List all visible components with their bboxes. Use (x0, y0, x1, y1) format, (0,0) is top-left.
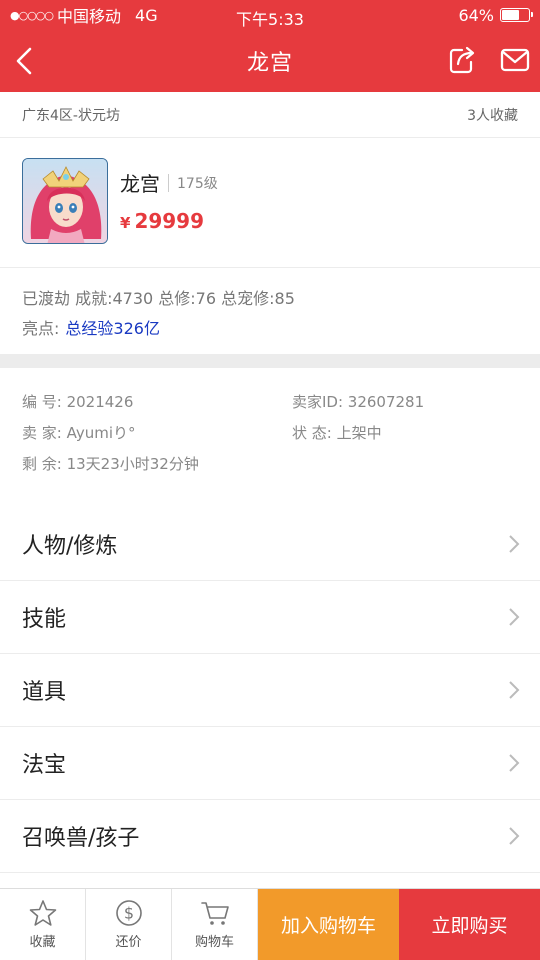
price: ¥29999 (120, 209, 218, 233)
character-meta: 已渡劫 成就:4730 总修:76 总宠修:85 亮点: 总经验326亿 (0, 268, 540, 354)
listing-id: 编 号: 2021426 (22, 393, 134, 411)
cart-label: 购物车 (194, 935, 234, 950)
add-to-cart-button[interactable]: 加入购物车 (258, 889, 399, 960)
chevron-right-icon (509, 535, 520, 553)
server-name: 广东4区-状元坊 (22, 107, 120, 124)
server-row: 广东4区-状元坊 3人收藏 (0, 92, 540, 138)
chevron-right-icon (509, 754, 520, 772)
character-level: 175级 (177, 175, 218, 192)
menu-item-label: 道具 (22, 680, 67, 705)
price-value: 29999 (134, 209, 205, 233)
highlight-value: 总经验326亿 (65, 319, 160, 338)
menu-item-label: 技能 (22, 607, 67, 632)
character-name: 龙宫 (120, 172, 160, 196)
dollar-icon: $ (115, 900, 142, 926)
cart-button[interactable]: 购物车 (172, 889, 258, 960)
status-time: 下午5:33 (236, 10, 304, 29)
stats-line: 已渡劫 成就:4730 总修:76 总宠修:85 (22, 289, 295, 308)
character-portrait-image (23, 159, 107, 243)
section-divider (0, 354, 540, 368)
menu-item-treasures[interactable]: 法宝 (0, 727, 540, 800)
remaining-time: 剩 余: 13天23小时32分钟 (22, 455, 199, 473)
seller-name: 卖 家: Ayumiり° (22, 424, 136, 442)
star-icon (29, 900, 56, 926)
menu-item-skills[interactable]: 技能 (0, 581, 540, 654)
battery-icon (500, 8, 533, 22)
nav-bar: 龙宫 (0, 30, 540, 92)
mail-icon[interactable] (500, 47, 530, 73)
currency-symbol: ¥ (120, 214, 131, 232)
detail-menu: 人物/修炼 技能 道具 法宝 召唤兽/孩子 (0, 508, 540, 873)
chevron-right-icon (509, 681, 520, 699)
menu-item-pets[interactable]: 召唤兽/孩子 (0, 800, 540, 873)
buy-now-button[interactable]: 立即购买 (399, 889, 540, 960)
highlight-line: 亮点: 总经验326亿 (22, 312, 518, 342)
svg-text:$: $ (123, 904, 133, 923)
seller-id: 卖家ID: 32607281 (292, 393, 425, 411)
listing-status: 状 态: 上架中 (292, 424, 382, 442)
menu-item-label: 法宝 (22, 753, 67, 778)
bottom-action-bar: 收藏 $ 还价 购物车 加入购物车 立即购买 (0, 888, 540, 960)
favorite-count: 3人收藏 (467, 107, 518, 124)
highlight-label: 亮点: (22, 319, 60, 338)
share-icon[interactable] (448, 46, 476, 74)
menu-item-items[interactable]: 道具 (0, 654, 540, 727)
chevron-right-icon (509, 827, 520, 845)
chevron-right-icon (509, 608, 520, 626)
listing-details: 编 号: 2021426 卖家ID: 32607281 卖 家: Ayumiり°… (0, 368, 540, 508)
counter-offer-button[interactable]: $ 还价 (86, 889, 172, 960)
menu-item-label: 人物/修炼 (22, 534, 118, 559)
product-summary: 龙宫 175级 ¥29999 (0, 138, 540, 268)
menu-item-label: 召唤兽/孩子 (22, 826, 140, 851)
character-avatar (22, 158, 108, 244)
counter-offer-label: 还价 (115, 935, 142, 950)
header: ●○○○○ 中国移动 4G 下午5:33 64% 龙宫 (0, 0, 540, 92)
name-divider (168, 173, 169, 192)
status-bar: ●○○○○ 中国移动 4G 下午5:33 64% (0, 0, 540, 30)
menu-item-character-training[interactable]: 人物/修炼 (0, 508, 540, 581)
favorite-button[interactable]: 收藏 (0, 889, 86, 960)
page-title: 龙宫 (246, 51, 293, 76)
cart-icon (200, 902, 229, 925)
back-icon[interactable] (10, 44, 40, 78)
favorite-label: 收藏 (29, 935, 56, 950)
